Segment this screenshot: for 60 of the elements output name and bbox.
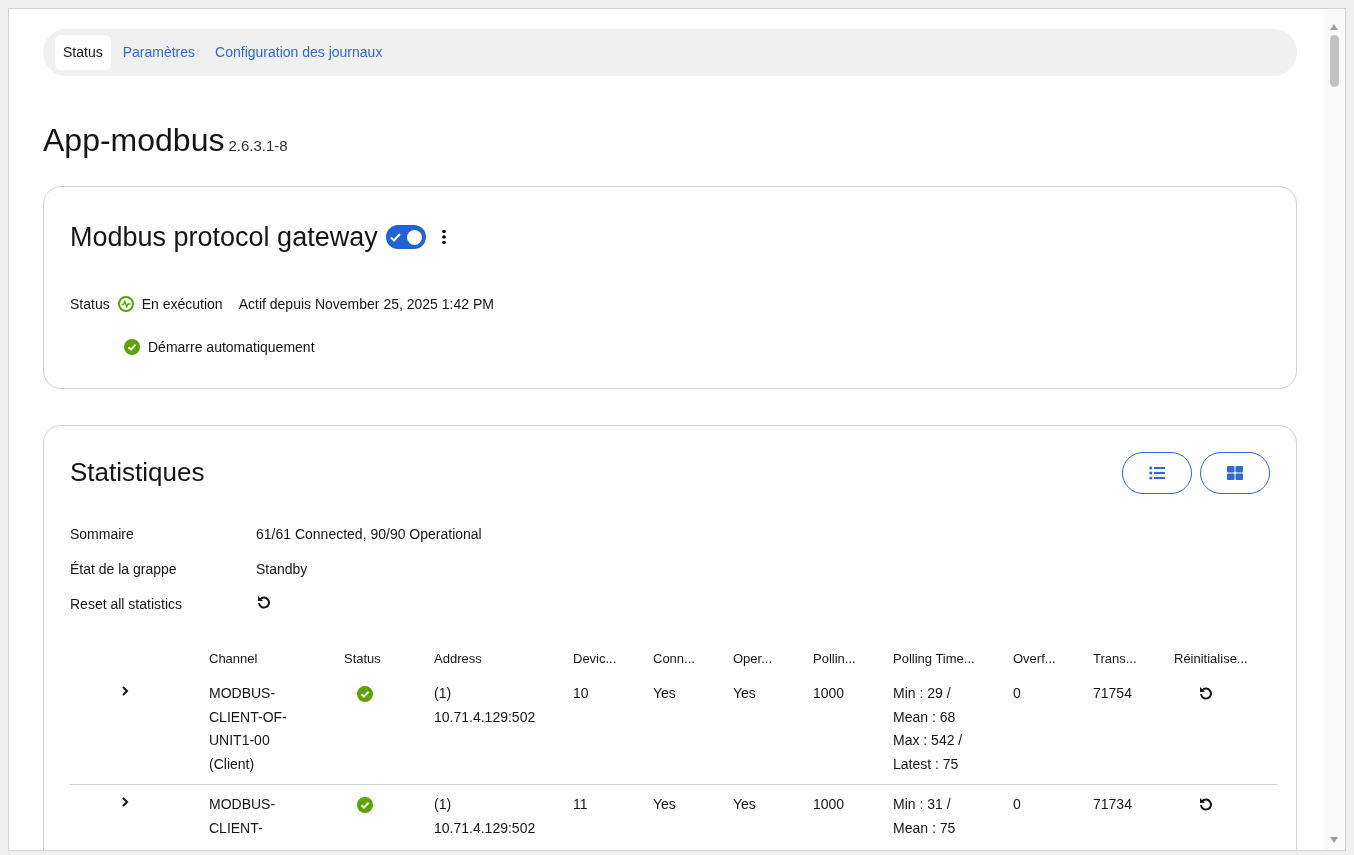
table-cell-text: MODBUS-CLIENT- bbox=[209, 795, 277, 838]
list-view-button[interactable] bbox=[1122, 451, 1192, 494]
scrollbar[interactable] bbox=[1323, 9, 1345, 850]
list-icon bbox=[1149, 465, 1165, 480]
column-header: Réinitialise... bbox=[1174, 650, 1248, 666]
toggle-switch[interactable] bbox=[385, 225, 426, 250]
column-header: Oper... bbox=[733, 650, 773, 666]
scroll-thumb[interactable] bbox=[1329, 35, 1339, 87]
column-header: Overf... bbox=[1013, 650, 1056, 666]
tab[interactable]: Configuration des journaux bbox=[207, 35, 391, 70]
table-cell: 0 bbox=[1013, 685, 1021, 701]
autostart-text: Démarre automatiquement bbox=[148, 337, 315, 357]
grid-icon bbox=[1227, 465, 1243, 480]
table-cell: 71754 bbox=[1093, 685, 1132, 701]
tab[interactable]: Status bbox=[55, 35, 111, 70]
expand-button[interactable] bbox=[120, 686, 129, 696]
summary-label: Reset all statistics bbox=[70, 594, 184, 614]
table-cell: Yes bbox=[733, 685, 756, 701]
column-header: Devic... bbox=[573, 650, 617, 666]
reset-button[interactable] bbox=[1197, 685, 1214, 701]
table-cell: 11 bbox=[573, 796, 588, 812]
table-cell: Yes bbox=[653, 796, 676, 812]
status-label: Status bbox=[70, 294, 110, 314]
column-header: Pollin... bbox=[813, 650, 856, 666]
card-title: Statistiques bbox=[70, 456, 205, 489]
table-cell: Yes bbox=[653, 685, 676, 701]
running-status-icon bbox=[117, 296, 134, 312]
kebab-menu-button[interactable] bbox=[441, 229, 446, 246]
column-header: Polling Time... bbox=[893, 650, 975, 666]
check-icon bbox=[389, 232, 401, 242]
table-cell-text: Max : 542 / Latest : 75 bbox=[893, 731, 964, 774]
table-cell-text: (1) 10.71.4.129:502 bbox=[434, 684, 537, 727]
grid-view-button[interactable] bbox=[1200, 451, 1270, 494]
expand-button[interactable] bbox=[120, 797, 129, 807]
table-cell: 1000 bbox=[813, 685, 845, 701]
table-cell-text: Min : 29 / Mean : 68 bbox=[893, 684, 957, 727]
summary-value: 61/61 Connected, 90/90 Operational bbox=[256, 524, 482, 544]
column-header: Address bbox=[434, 650, 482, 666]
table-cell: 1000 bbox=[813, 796, 845, 812]
column-header: Status bbox=[344, 650, 381, 666]
version-text: 2.6.3.1-8 bbox=[228, 136, 288, 156]
table-cell-text: MODBUS-CLIENT-OF-UNIT1-00 (Client) bbox=[209, 684, 288, 774]
summary-label: État de la grappe bbox=[70, 559, 178, 579]
summary-label: Sommaire bbox=[70, 524, 135, 544]
table-cell: 10 bbox=[573, 685, 589, 701]
reset-button[interactable] bbox=[1197, 796, 1214, 812]
tab[interactable]: Paramètres bbox=[114, 35, 204, 70]
table-cell-text: (1) 10.71.4.129:502 bbox=[434, 795, 537, 838]
card-title: Modbus protocol gateway bbox=[70, 221, 378, 254]
column-header: Channel bbox=[209, 650, 258, 666]
summary-value: Standby bbox=[256, 559, 308, 579]
table-cell: 71734 bbox=[1093, 796, 1132, 812]
table-cell-text: Min : 31 / Mean : 75 bbox=[893, 795, 957, 838]
active-since-text: Actif depuis November 25, 2025 1:42 PM bbox=[238, 294, 494, 314]
column-header: Conn... bbox=[653, 650, 695, 666]
table-cell: 0 bbox=[1013, 796, 1021, 812]
column-header: Trans... bbox=[1093, 650, 1137, 666]
page-title: App-modbus bbox=[43, 121, 225, 160]
status-text: En exécution bbox=[141, 294, 223, 314]
table-cell: Yes bbox=[733, 796, 756, 812]
